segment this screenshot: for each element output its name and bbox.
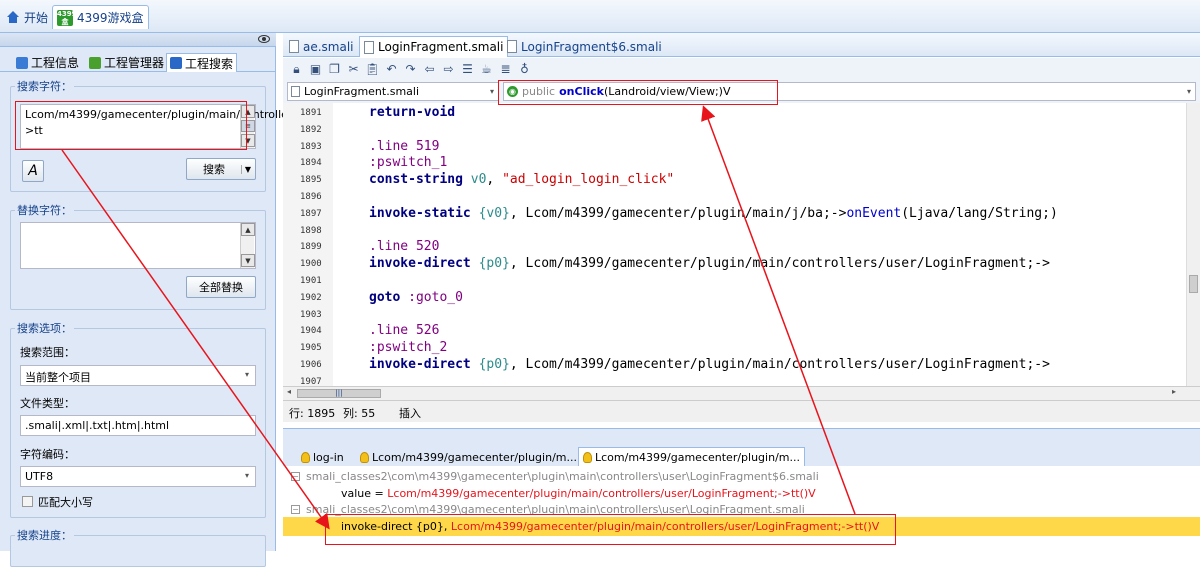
annotation-arrow-to-result — [61, 149, 330, 530]
annotation-arrow-to-method — [701, 105, 856, 515]
annotation-arrows — [61, 105, 856, 530]
